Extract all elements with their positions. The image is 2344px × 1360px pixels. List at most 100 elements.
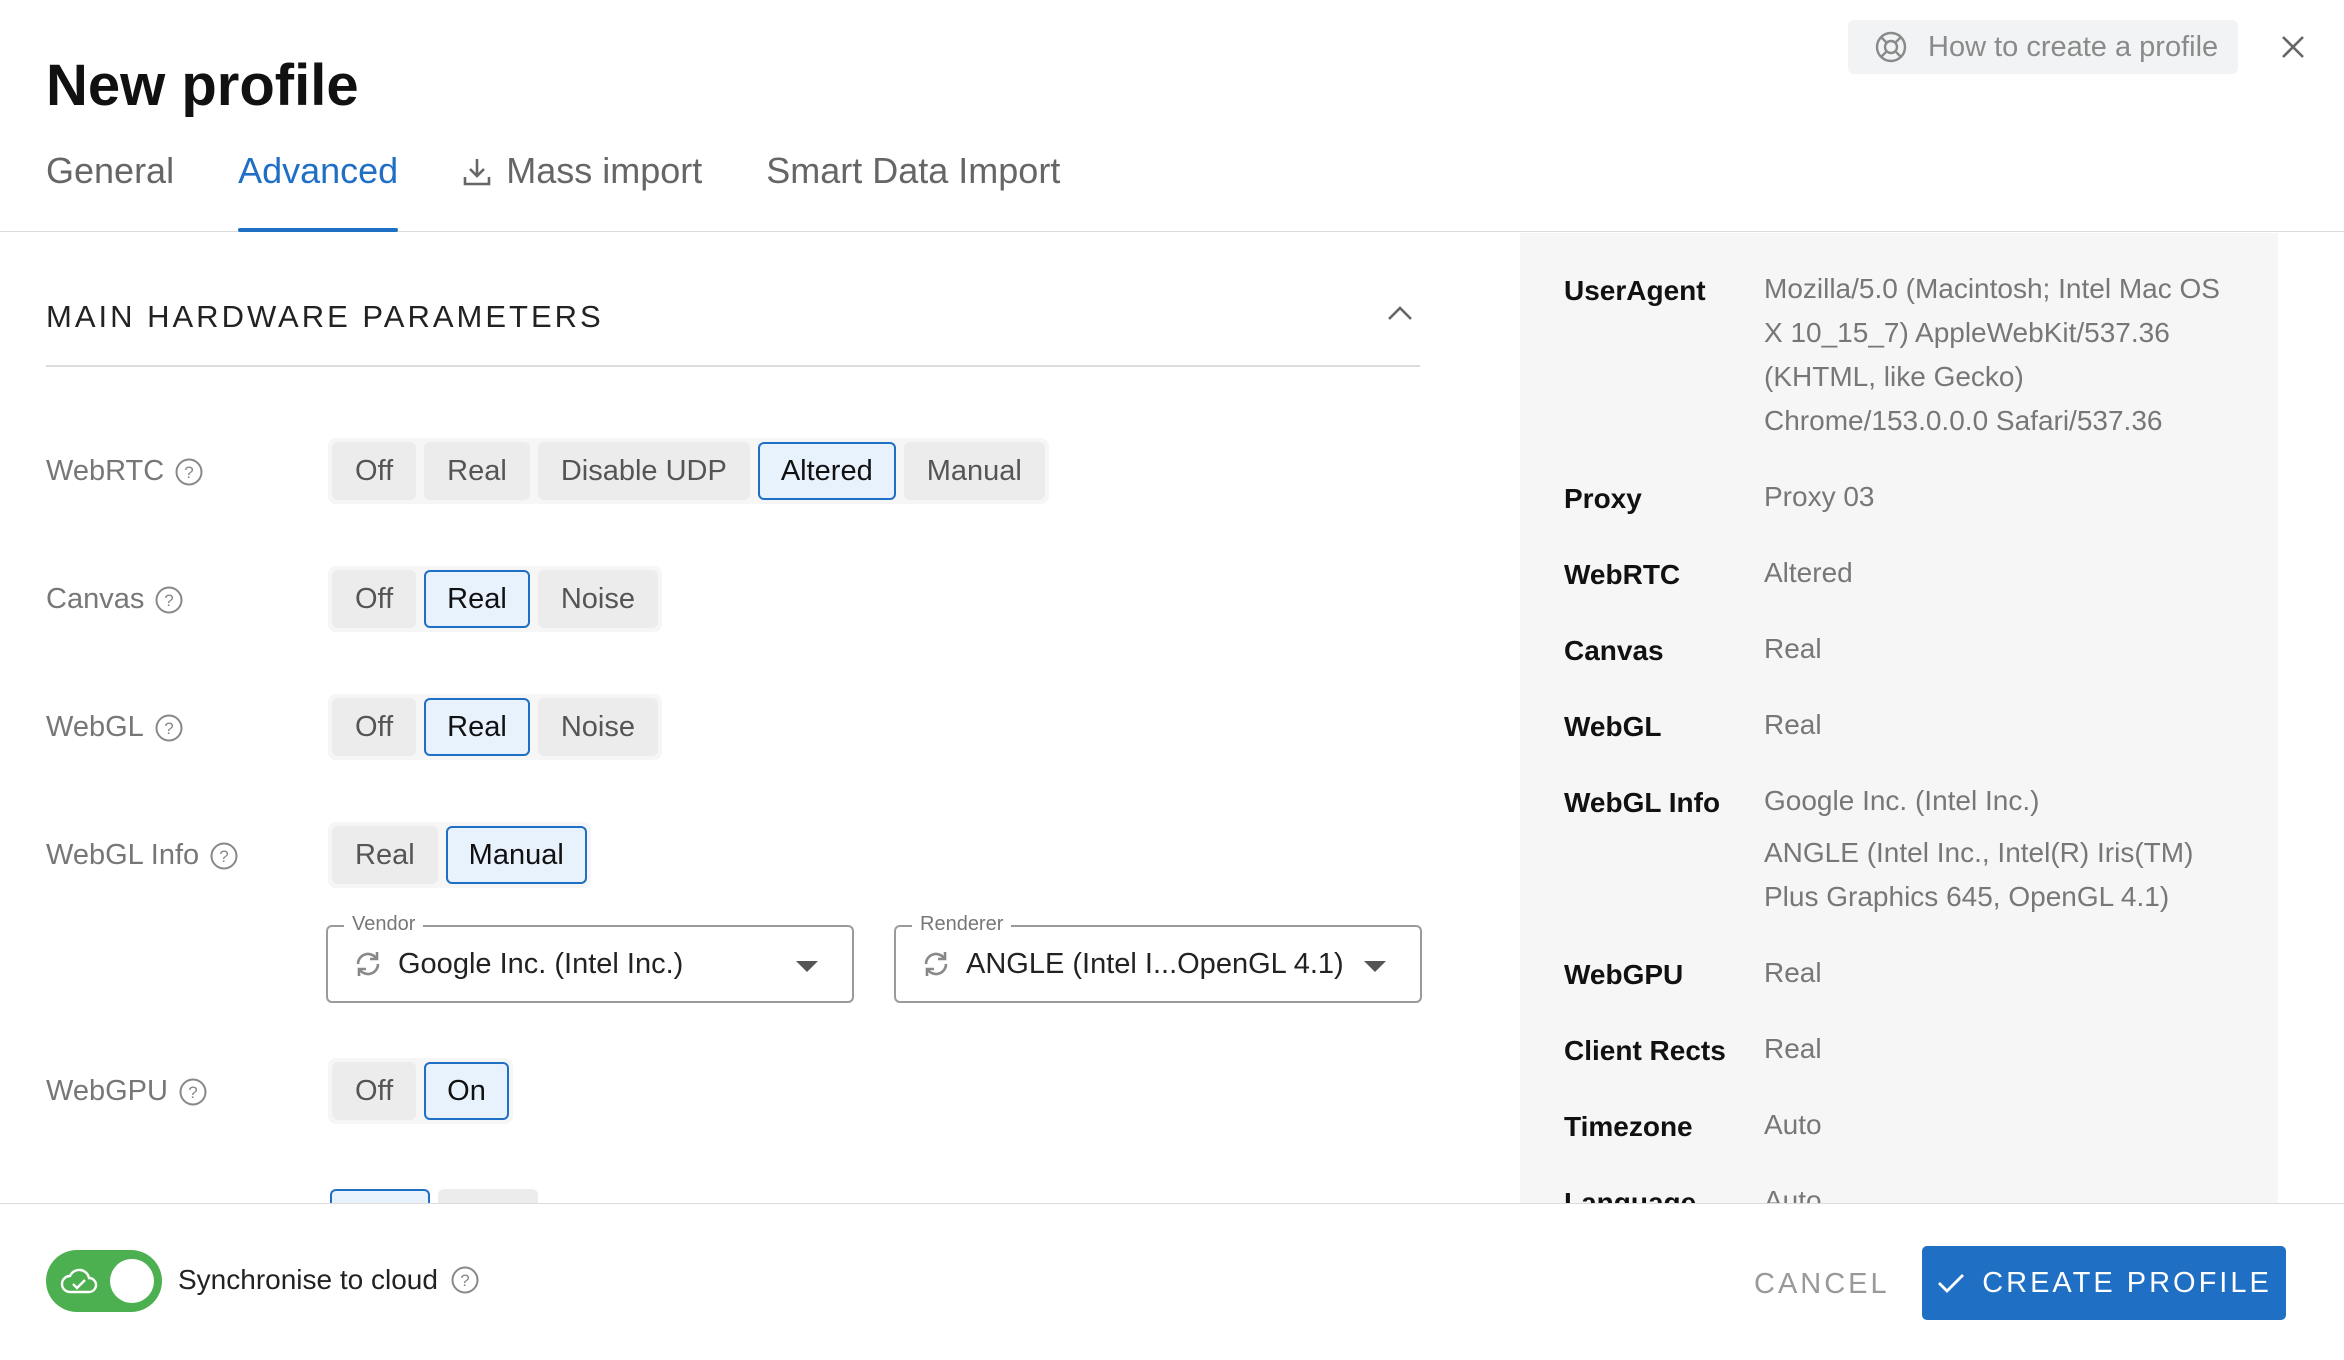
help-circle-icon[interactable]: ? bbox=[450, 1265, 480, 1295]
renderer-value: ANGLE (Intel I...OpenGL 4.1) bbox=[966, 947, 1344, 980]
webgl-option-noise[interactable]: Noise bbox=[537, 698, 658, 756]
summary-key: WebGPU bbox=[1564, 959, 1684, 990]
summary-canvas: Canvas Real bbox=[1564, 633, 2234, 671]
create-profile-label: CREATE PROFILE bbox=[1982, 1266, 2272, 1299]
help-circle-icon[interactable]: ? bbox=[209, 841, 239, 871]
webrtc-option-real[interactable]: Real bbox=[424, 442, 530, 500]
vendor-select[interactable]: Vendor Google Inc. (Intel Inc.) bbox=[326, 913, 854, 1003]
sync-toggle[interactable] bbox=[46, 1250, 162, 1312]
summary-value: Proxy 03 bbox=[1764, 481, 1875, 512]
canvas-option-noise[interactable]: Noise bbox=[537, 570, 658, 628]
webrtc-selector: Off Real Disable UDP Altered Manual bbox=[328, 438, 1049, 504]
dialog-footer: Synchronise to cloud ? CANCEL CREATE PRO… bbox=[0, 1203, 2344, 1360]
summary-key: WebGL Info bbox=[1564, 787, 1721, 818]
webrtc-option-altered[interactable]: Altered bbox=[757, 442, 896, 500]
webrtc-option-disable-udp[interactable]: Disable UDP bbox=[537, 442, 750, 500]
summary-timezone: Timezone Auto bbox=[1564, 1109, 2234, 1147]
summary-value: Real bbox=[1764, 957, 1822, 988]
help-circle-icon[interactable]: ? bbox=[178, 1077, 208, 1107]
summary-value-line: ANGLE (Intel Inc., Intel(R) Iris(TM) Plu… bbox=[1764, 837, 2194, 912]
summary-panel: UserAgent Mozilla/5.0 (Macintosh; Intel … bbox=[1520, 233, 2278, 1203]
section-header[interactable]: MAIN HARDWARE PARAMETERS bbox=[46, 299, 1420, 367]
summary-language: Language Auto bbox=[1564, 1185, 2234, 1203]
webgl-info-selector: Real Manual bbox=[328, 822, 591, 888]
summary-value: Real bbox=[1764, 633, 1822, 664]
caret-down-icon bbox=[796, 961, 818, 972]
summary-key: UserAgent bbox=[1564, 275, 1706, 306]
svg-text:?: ? bbox=[219, 847, 228, 866]
webgl-info-label-text: WebGL Info bbox=[46, 839, 200, 871]
canvas-label: Canvas ? bbox=[46, 583, 184, 616]
canvas-option-real[interactable]: Real bbox=[424, 570, 530, 628]
webgl-info-option-manual[interactable]: Manual bbox=[445, 826, 587, 884]
webgpu-option-off[interactable]: Off bbox=[332, 1062, 417, 1120]
help-circle-icon[interactable]: ? bbox=[154, 585, 184, 615]
webgpu-option-on[interactable]: On bbox=[424, 1062, 509, 1120]
help-link-label: How to create a profile bbox=[1928, 30, 2219, 63]
section-title: MAIN HARDWARE PARAMETERS bbox=[46, 299, 604, 334]
webgpu-selector: Off On bbox=[328, 1058, 513, 1124]
dialog-header: New profile How to create a profile Gene… bbox=[0, 0, 2344, 232]
tab-bar: General Advanced Mass import Smart Data … bbox=[46, 150, 1124, 232]
webrtc-option-manual[interactable]: Manual bbox=[903, 442, 1045, 500]
next-option[interactable] bbox=[438, 1189, 538, 1203]
canvas-option-off[interactable]: Off bbox=[332, 570, 417, 628]
summary-value: Altered bbox=[1764, 557, 1853, 588]
webgl-info-option-real[interactable]: Real bbox=[332, 826, 438, 884]
summary-value: Auto bbox=[1764, 1109, 1822, 1140]
summary-value: Google Inc. (Intel Inc.) ANGLE (Intel In… bbox=[1764, 779, 2234, 919]
summary-webrtc: WebRTC Altered bbox=[1564, 557, 2234, 595]
tab-general[interactable]: General bbox=[46, 150, 174, 232]
refresh-icon[interactable] bbox=[920, 948, 952, 980]
svg-text:?: ? bbox=[460, 1271, 469, 1290]
toggle-knob bbox=[110, 1259, 154, 1303]
summary-webgpu: WebGPU Real bbox=[1564, 957, 2234, 995]
summary-value: Real bbox=[1764, 709, 1822, 740]
renderer-legend: Renderer bbox=[912, 913, 1012, 936]
summary-key: Proxy bbox=[1564, 483, 1642, 514]
webrtc-option-off[interactable]: Off bbox=[332, 442, 417, 500]
close-button[interactable] bbox=[2272, 26, 2314, 68]
tab-mass-import[interactable]: Mass import bbox=[462, 150, 702, 232]
webgl-label-text: WebGL bbox=[46, 711, 144, 743]
summary-webgl-info: WebGL Info Google Inc. (Intel Inc.) ANGL… bbox=[1564, 785, 2234, 919]
check-icon bbox=[1938, 1274, 1965, 1293]
summary-value-line: Google Inc. (Intel Inc.) bbox=[1764, 785, 2040, 816]
webgl-option-off[interactable]: Off bbox=[332, 698, 417, 756]
tab-general-label: General bbox=[46, 150, 175, 191]
svg-text:?: ? bbox=[184, 463, 193, 482]
vendor-value: Google Inc. (Intel Inc.) bbox=[398, 947, 684, 980]
tab-smart-data-import[interactable]: Smart Data Import bbox=[766, 150, 1060, 232]
summary-key: WebGL bbox=[1564, 711, 1662, 742]
webgl-option-real[interactable]: Real bbox=[424, 698, 530, 756]
help-circle-icon[interactable]: ? bbox=[154, 713, 184, 743]
summary-key: Timezone bbox=[1564, 1111, 1693, 1142]
help-circle-icon[interactable]: ? bbox=[174, 457, 204, 487]
webgl-info-label: WebGL Info ? bbox=[46, 839, 239, 872]
summary-key: Language bbox=[1564, 1187, 1697, 1203]
next-param-selector bbox=[330, 1189, 546, 1203]
cancel-button[interactable]: CANCEL bbox=[1726, 1248, 1918, 1320]
webrtc-label: WebRTC ? bbox=[46, 455, 204, 488]
download-icon bbox=[463, 159, 491, 186]
summary-client-rects: Client Rects Real bbox=[1564, 1033, 2234, 1071]
tab-advanced[interactable]: Advanced bbox=[238, 150, 399, 232]
next-option-selected[interactable] bbox=[330, 1189, 430, 1203]
webgpu-label-text: WebGPU bbox=[46, 1075, 168, 1107]
webgpu-label: WebGPU ? bbox=[46, 1075, 208, 1108]
svg-text:?: ? bbox=[165, 591, 174, 610]
svg-text:?: ? bbox=[188, 1083, 197, 1102]
svg-text:?: ? bbox=[164, 719, 173, 738]
summary-webgl: WebGL Real bbox=[1564, 709, 2234, 747]
sync-label-text: Synchronise to cloud bbox=[178, 1264, 438, 1295]
cloud-check-icon bbox=[60, 1268, 98, 1294]
sync-label: Synchronise to cloud ? bbox=[178, 1264, 480, 1296]
refresh-icon[interactable] bbox=[352, 948, 384, 980]
create-profile-button[interactable]: CREATE PROFILE bbox=[1922, 1246, 2286, 1320]
vendor-legend: Vendor bbox=[344, 913, 424, 936]
help-link[interactable]: How to create a profile bbox=[1848, 20, 2238, 74]
summary-key: WebRTC bbox=[1564, 559, 1681, 590]
chevron-up-icon[interactable] bbox=[1386, 303, 1414, 323]
renderer-select[interactable]: Renderer ANGLE (Intel I...OpenGL 4.1) bbox=[894, 913, 1422, 1003]
tab-mass-import-label: Mass import bbox=[506, 150, 703, 191]
